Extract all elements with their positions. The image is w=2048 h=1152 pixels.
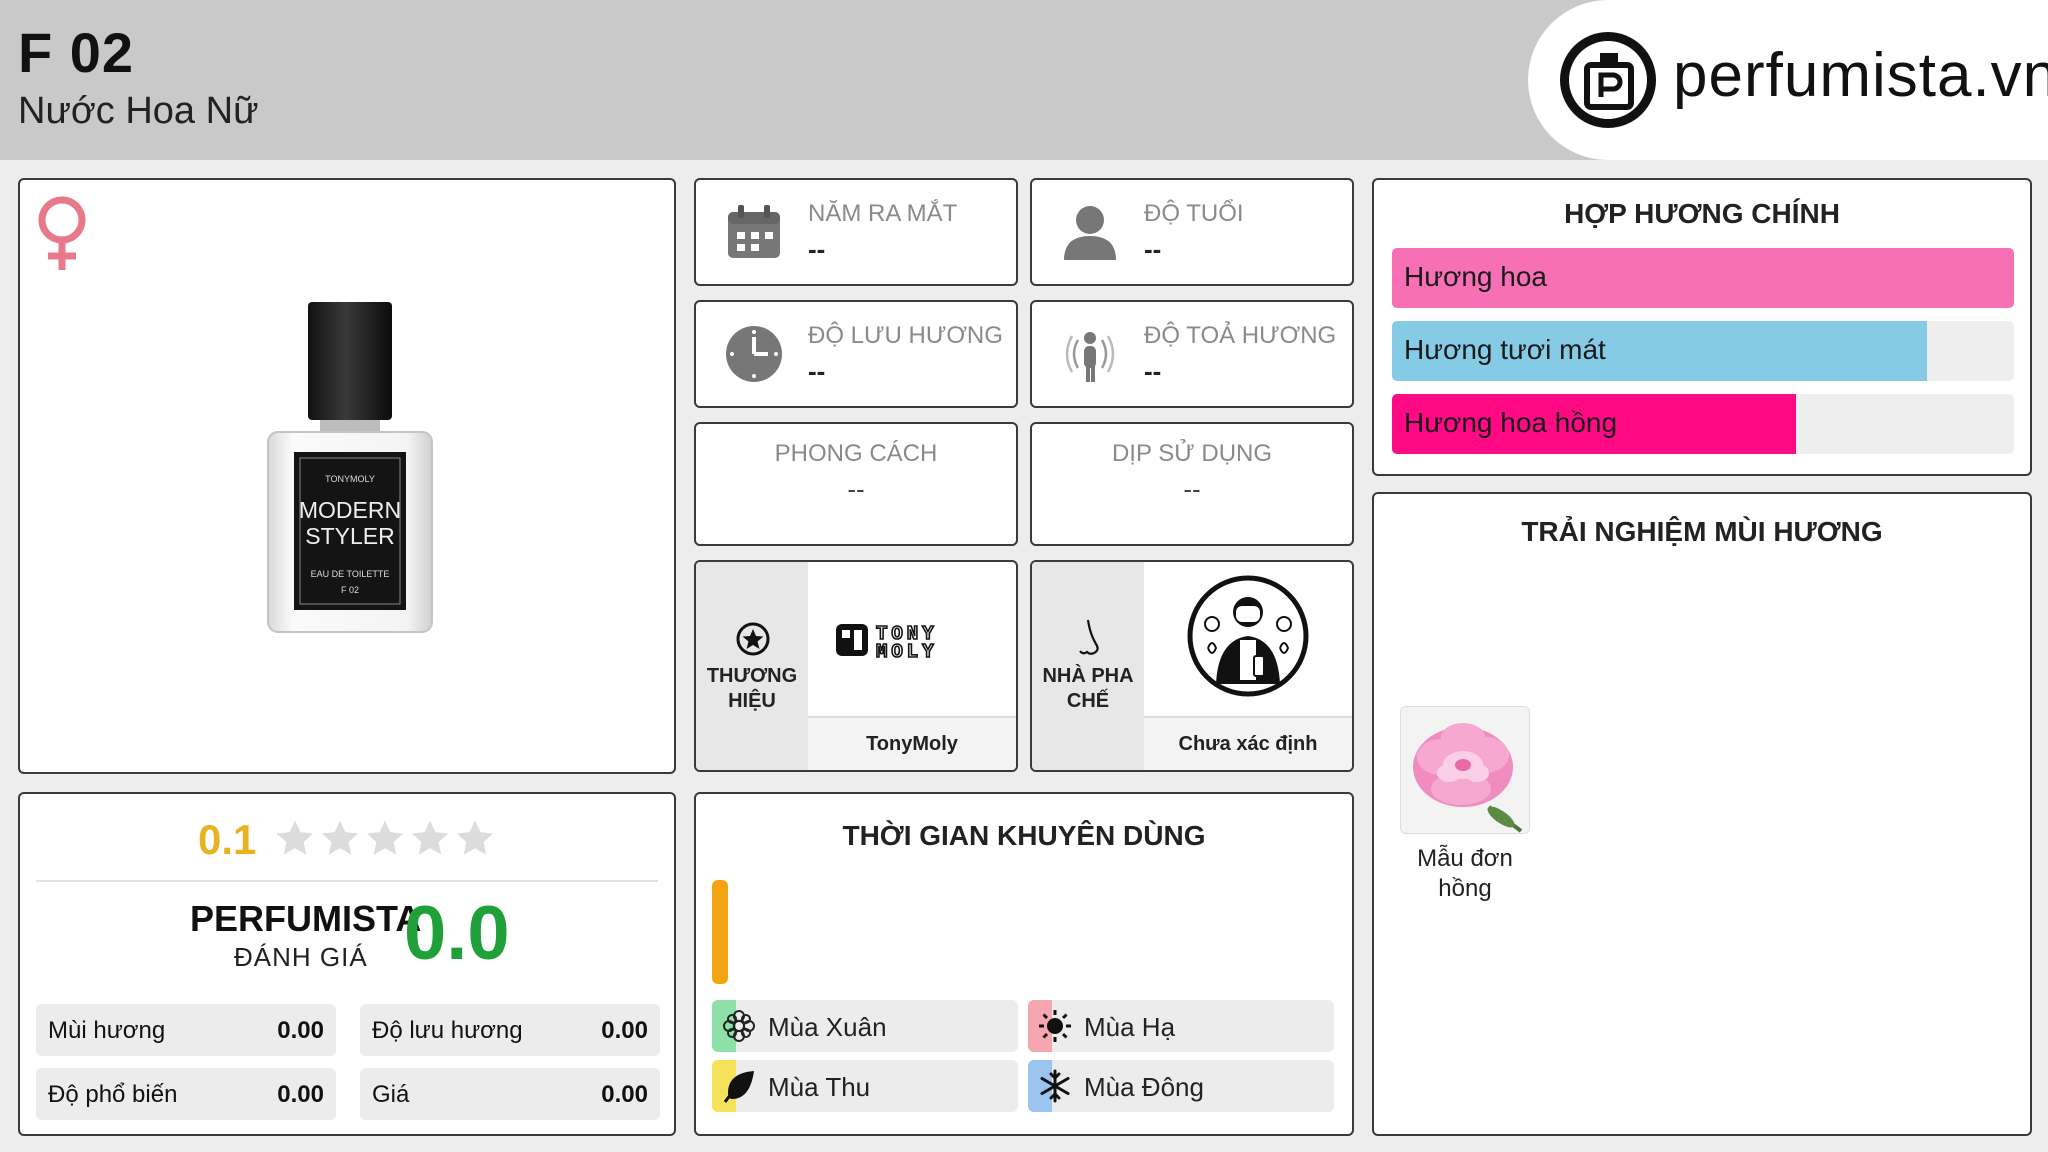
season-summer: Mùa Hạ [1028, 1000, 1334, 1052]
star-icon[interactable] [364, 818, 406, 860]
metric-value: 0.00 [277, 1017, 324, 1044]
occasion-label: DỊP SỬ DỤNG [1111, 440, 1273, 467]
perfumista-logo-icon[interactable] [1560, 32, 1656, 128]
metric-value: 0.00 [601, 1081, 648, 1108]
bottle-line2-text: STYLER [305, 523, 394, 549]
season-autumn: Mùa Thu [712, 1060, 1018, 1112]
star-icon[interactable] [454, 818, 496, 860]
metric-scent: Mùi hương 0.00 [36, 1004, 336, 1056]
age-tile: ĐỘ TUỔI -- [1030, 178, 1354, 286]
perfumer-tile[interactable]: NHÀ PHA CHẾ Chưa xác định [1030, 560, 1354, 772]
leaf-icon [722, 1069, 756, 1108]
accord-label: Hương tươi mát [1404, 334, 1606, 365]
sillage-label: ĐỘ TOẢ HƯƠNG [1144, 322, 1337, 349]
style-label: PHONG CÁCH [774, 440, 938, 467]
season-label: Mùa Xuân [768, 1012, 887, 1042]
diffuse-icon [1060, 324, 1120, 389]
sillage-value: -- [1144, 356, 1162, 386]
metric-popularity: Độ phổ biến 0.00 [36, 1068, 336, 1120]
recommended-time-title: THỜI GIAN KHUYÊN DÙNG [842, 820, 1206, 851]
calendar-icon [724, 202, 784, 267]
launch-year-tile: NĂM RA MẮT -- [694, 178, 1018, 286]
style-value: -- [847, 474, 865, 504]
brand-tile[interactable]: THƯƠNG HIỆU TONY MOLY TonyMoly [694, 560, 1018, 772]
season-spring: Mùa Xuân [712, 1000, 1018, 1052]
rating-panel: 0.1 PERFUMISTA ĐÁNH GIÁ 0.0 Mùi hương 0.… [18, 792, 676, 1136]
bottle-brand-text: TONYMOLY [325, 474, 375, 484]
metric-label: Độ phổ biến [48, 1081, 178, 1108]
season-label: Mùa Đông [1084, 1072, 1204, 1102]
star-badge-icon [736, 622, 770, 661]
nose-icon [1074, 618, 1104, 663]
perfumer-name[interactable]: Chưa xác định [1144, 716, 1352, 770]
season-label: Mùa Thu [768, 1072, 871, 1102]
rating-score: 0.1 [198, 816, 257, 863]
perfumista-score: 0.0 [404, 891, 510, 976]
sun-icon [1038, 1009, 1072, 1048]
style-tile: PHONG CÁCH -- [694, 422, 1018, 546]
metric-label: Mùi hương [48, 1017, 166, 1044]
recommended-time-panel: THỜI GIAN KHUYÊN DÙNG Mùa Xuân Mùa Hạ Mù… [694, 792, 1354, 1136]
longevity-label: ĐỘ LƯU HƯƠNG [808, 322, 1003, 349]
scent-experience-title: TRẢI NGHIỆM MÙI HƯƠNG [1521, 516, 1883, 547]
brand-label: THƯƠNG HIỆU [706, 665, 798, 712]
perfumista-title: PERFUMISTA [190, 898, 422, 939]
longevity-tile: ĐỘ LƯU HƯƠNG -- [694, 300, 1018, 408]
snowflake-icon [1038, 1069, 1072, 1108]
metric-value: 0.00 [277, 1081, 324, 1108]
product-bottle-image: TONYMOLY MODERN STYLER EAU DE TOILETTE F… [262, 300, 438, 645]
occasion-tile: DỊP SỬ DỤNG -- [1030, 422, 1354, 546]
person-icon [1060, 202, 1120, 267]
main-accords-panel: HỢP HƯƠNG CHÍNH Hương hoa Hương tươi mát… [1372, 178, 2032, 476]
clock-icon [724, 324, 784, 389]
peony-icon[interactable] [1400, 706, 1530, 834]
metric-longevity: Độ lưu hương 0.00 [360, 1004, 660, 1056]
accord-label: Hương hoa hồng [1404, 407, 1618, 438]
star-icon[interactable] [409, 818, 451, 860]
logo-word-2: MOLY [876, 641, 938, 660]
brand-side: THƯƠNG HIỆU [696, 562, 808, 770]
logo-text[interactable]: perfumista.vn [1673, 40, 2048, 111]
occasion-value: -- [1183, 474, 1201, 504]
bottle-line1-text: MODERN [299, 497, 401, 523]
main-accords-title: HỢP HƯƠNG CHÍNH [1564, 198, 1840, 229]
note-label: Mẫu đơn hồng [1417, 845, 1513, 902]
accord-bar: Hương tươi mát [1392, 321, 2014, 381]
bottle-type-text: EAU DE TOILETTE [311, 569, 390, 579]
metric-label: Giá [372, 1081, 410, 1108]
metric-label: Độ lưu hương [372, 1017, 523, 1044]
time-of-day-bar [712, 880, 728, 984]
venus-icon [34, 194, 90, 279]
accord-label: Hương hoa [1404, 261, 1547, 292]
product-image-panel: TONYMOLY MODERN STYLER EAU DE TOILETTE F… [18, 178, 676, 774]
scent-experience-panel: TRẢI NGHIỆM MÙI HƯƠNG Mẫu đơn hồng [1372, 492, 2032, 1136]
season-winter: Mùa Đông [1028, 1060, 1334, 1112]
tonymoly-logo: TONY MOLY [836, 620, 986, 665]
age-label: ĐỘ TUỔI [1144, 200, 1244, 227]
launch-year-value: -- [808, 234, 826, 264]
divider [36, 880, 658, 882]
perfumer-side: NHÀ PHA CHẾ [1032, 562, 1144, 770]
perfumista-subtitle: ĐÁNH GIÁ [234, 942, 368, 972]
spring-flower-icon [722, 1009, 756, 1048]
star-icon[interactable] [274, 818, 316, 860]
metric-price: Giá 0.00 [360, 1068, 660, 1120]
brand-name[interactable]: TonyMoly [808, 716, 1016, 770]
accord-bar: Hương hoa hồng [1392, 394, 2014, 454]
star-icon[interactable] [319, 818, 361, 860]
star-rating[interactable] [274, 818, 496, 860]
product-code: F 02 [18, 21, 135, 84]
age-value: -- [1144, 234, 1162, 264]
metric-value: 0.00 [601, 1017, 648, 1044]
bottle-code-text: F 02 [341, 585, 359, 595]
sillage-tile: ĐỘ TOẢ HƯƠNG -- [1030, 300, 1354, 408]
launch-year-label: NĂM RA MẮT [808, 200, 958, 227]
perfumer-avatar-icon [1186, 574, 1310, 703]
accord-bar: Hương hoa [1392, 248, 2014, 308]
longevity-value: -- [808, 356, 826, 386]
season-label: Mùa Hạ [1084, 1012, 1176, 1042]
perfumer-label: NHÀ PHA CHẾ [1042, 665, 1134, 712]
product-category: Nước Hoa Nữ [18, 90, 259, 132]
